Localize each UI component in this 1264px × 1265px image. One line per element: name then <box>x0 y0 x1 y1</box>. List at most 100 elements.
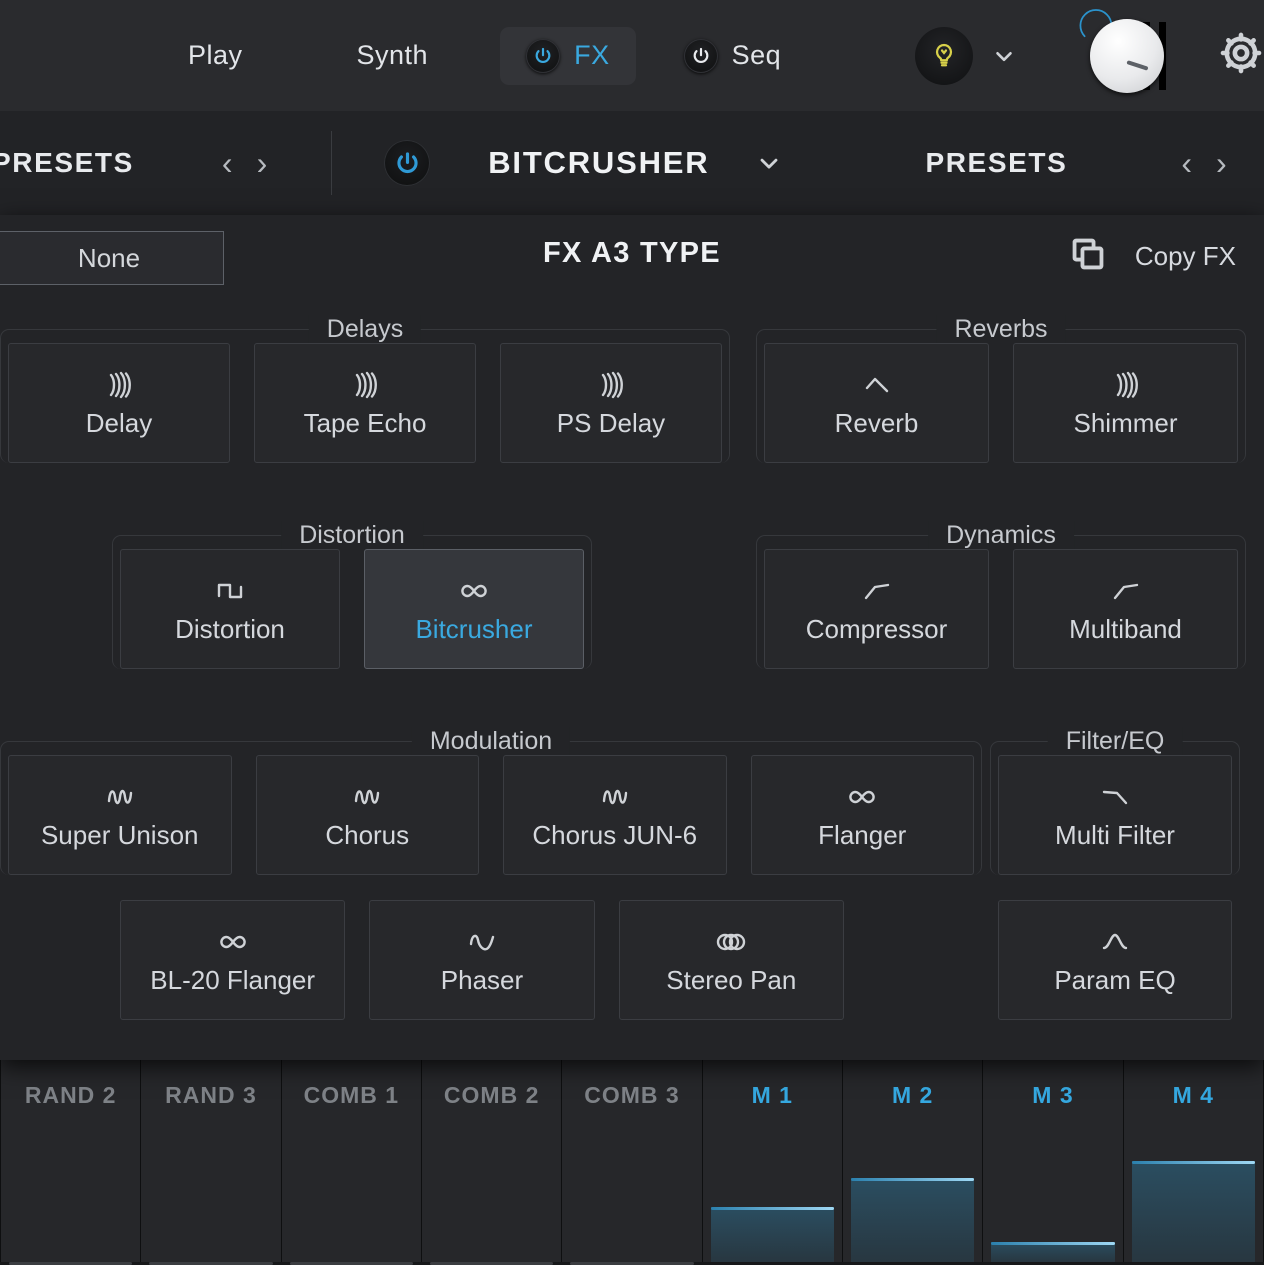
fx-tile-chorus-jun-6[interactable]: Chorus JUN-6 <box>503 755 727 875</box>
mod-matrix-column-label: M 4 <box>1172 1082 1214 1108</box>
fx-panel-header: None FX A3 TYPE Copy FX <box>0 215 1264 305</box>
fx-tile-label: Chorus <box>325 819 410 850</box>
mod-matrix-column[interactable]: RAND 3 <box>141 1060 282 1265</box>
infinity-icon <box>840 780 884 814</box>
mod-matrix-column-label: COMB 2 <box>443 1082 540 1108</box>
group-reverbs: Reverbs Reverb Shimmer <box>756 315 1246 463</box>
mod-matrix-fader[interactable] <box>850 1177 975 1262</box>
infinity-icon <box>452 574 496 608</box>
fx-tile-bitcrusher[interactable]: Bitcrusher <box>364 549 584 669</box>
fx-tile-multiband[interactable]: Multiband <box>1013 549 1238 669</box>
fx-tile-label: Super Unison <box>40 819 199 850</box>
reverb-peak-icon <box>855 368 899 402</box>
nav-tab-play[interactable]: Play <box>178 26 253 85</box>
mod-matrix-fader[interactable] <box>710 1206 835 1262</box>
group-dynamics-title: Dynamics <box>928 521 1074 550</box>
mod-matrix-column[interactable]: RAND 2 <box>0 1060 142 1265</box>
echo-waves-icon <box>589 368 633 402</box>
fx-tile-compressor[interactable]: Compressor <box>764 549 989 669</box>
echo-waves-icon <box>1104 368 1148 402</box>
group-dynamics: Dynamics Compressor Multiband <box>756 521 1246 669</box>
fx-tile-bl-20-flanger[interactable]: BL-20 Flanger <box>120 900 346 1020</box>
mod-matrix-column[interactable]: M 2 <box>842 1060 984 1262</box>
fx-tile-label: Stereo Pan <box>666 964 797 995</box>
fx-tile-label: Delay <box>85 407 153 438</box>
mod-matrix-column[interactable]: M 1 <box>702 1060 843 1262</box>
sine-wave-icon <box>593 780 637 814</box>
plugin-window: RAND 2 RAND 3 COMB 1 COMB 2 COMB 3 M 1 M 2 M 3 M… <box>0 0 1264 1265</box>
square-wave-icon <box>208 574 252 608</box>
fx-tile-label: Chorus JUN-6 <box>532 819 698 850</box>
lightbulb-icon[interactable] <box>915 26 974 85</box>
master-volume-knob[interactable] <box>1079 8 1165 104</box>
fx-tile-label: BL-20 Flanger <box>150 964 316 995</box>
nav-tab-synth[interactable]: Synth <box>347 26 439 85</box>
group-filter-eq-row2: Param EQ <box>990 900 1240 1020</box>
mod-matrix-column[interactable]: M 3 <box>983 1060 1124 1262</box>
chevron-left-icon[interactable]: ‹ <box>1169 141 1204 185</box>
top-navigation-bar: Play Synth FX Seq <box>0 0 1264 112</box>
fx-tile-chorus[interactable]: Chorus <box>255 755 479 875</box>
sine-wave-icon <box>98 780 142 814</box>
fx-type-panel: None FX A3 TYPE Copy FX Delays Delay Tape… <box>0 215 1264 1060</box>
nav-tab-seq[interactable]: Seq <box>678 27 788 85</box>
copy-fx-label: Copy FX <box>1134 241 1236 271</box>
fx-tile-label: Flanger <box>818 819 907 850</box>
mod-matrix-column-label: RAND 2 <box>24 1082 117 1108</box>
fx-power-toggle[interactable] <box>384 140 431 186</box>
fx-tile-ps-delay[interactable]: PS Delay <box>500 343 722 463</box>
fx-name-label[interactable]: BITCRUSHER <box>488 145 709 181</box>
chevron-right-icon[interactable]: › <box>245 141 280 185</box>
mod-matrix-fader[interactable] <box>1131 1160 1256 1262</box>
fx-tile-super-unison[interactable]: Super Unison <box>8 755 232 875</box>
fx-tile-phaser[interactable]: Phaser <box>369 900 595 1020</box>
mod-matrix-column[interactable]: COMB 3 <box>562 1060 703 1265</box>
stereo-circles-icon <box>709 925 753 959</box>
nav-tab-fx[interactable]: FX <box>500 26 636 85</box>
fx-tile-delay[interactable]: Delay <box>8 343 230 463</box>
mod-matrix: RAND 2 RAND 3 COMB 1 COMB 2 COMB 3 M 1 M 2 M 3 M… <box>0 1060 1264 1265</box>
fx-tile-multi-filter[interactable]: Multi Filter <box>998 755 1232 875</box>
fx-tile-tape-echo[interactable]: Tape Echo <box>254 343 476 463</box>
chevron-down-icon[interactable] <box>755 149 783 177</box>
lowpass-curve-icon <box>1093 780 1137 814</box>
fx-tile-reverb[interactable]: Reverb <box>764 343 989 463</box>
group-modulation-title: Modulation <box>411 727 571 756</box>
mod-matrix-column[interactable]: COMB 1 <box>281 1060 422 1265</box>
fx-tile-label: PS Delay <box>556 407 666 438</box>
group-distortion-title: Distortion <box>281 521 423 550</box>
fx-tile-param-eq[interactable]: Param EQ <box>998 900 1232 1020</box>
nav-tab-fx-label: FX <box>574 40 610 70</box>
compression-knee-icon <box>855 574 899 608</box>
mod-matrix-column[interactable]: M 4 <box>1123 1060 1264 1262</box>
fx-tile-flanger[interactable]: Flanger <box>750 755 974 875</box>
fx-tile-distortion[interactable]: Distortion <box>120 549 340 669</box>
group-delays-title: Delays <box>308 315 422 344</box>
fx-row-3: Modulation Super Unison Chorus Chorus JUN-… <box>0 727 1264 875</box>
mod-matrix-fader[interactable] <box>991 1241 1115 1262</box>
hint-bulb-control[interactable] <box>915 26 1017 85</box>
echo-waves-icon <box>343 368 387 402</box>
presets-label-left: PRESETS <box>0 147 134 178</box>
copy-icon <box>1069 235 1107 278</box>
chevron-right-icon[interactable]: › <box>1204 141 1239 185</box>
fx-tile-label: Phaser <box>440 964 524 995</box>
fx-row-1: Delays Delay Tape Echo PS Delay Reverbs Re… <box>0 315 1264 463</box>
fx-tile-label: Tape Echo <box>303 407 427 438</box>
power-icon[interactable] <box>526 38 561 73</box>
fx-tile-label: Distortion <box>175 613 285 644</box>
copy-fx-button[interactable]: Copy FX <box>1069 235 1236 278</box>
fx-tile-shimmer[interactable]: Shimmer <box>1013 343 1238 463</box>
mod-matrix-column[interactable]: COMB 2 <box>421 1060 563 1265</box>
chevron-left-icon[interactable]: ‹ <box>210 141 245 185</box>
nav-tab-seq-label: Seq <box>731 40 782 70</box>
echo-waves-icon <box>97 368 141 402</box>
gear-icon[interactable] <box>1218 30 1264 81</box>
fx-tile-label: Param EQ <box>1054 964 1176 995</box>
chevron-down-icon[interactable] <box>991 43 1017 69</box>
fx-tile-label: Reverb <box>834 407 919 438</box>
power-icon[interactable] <box>683 38 718 73</box>
compression-knee-icon <box>1104 574 1148 608</box>
infinity-icon <box>211 925 255 959</box>
fx-tile-stereo-pan[interactable]: Stereo Pan <box>618 900 844 1020</box>
